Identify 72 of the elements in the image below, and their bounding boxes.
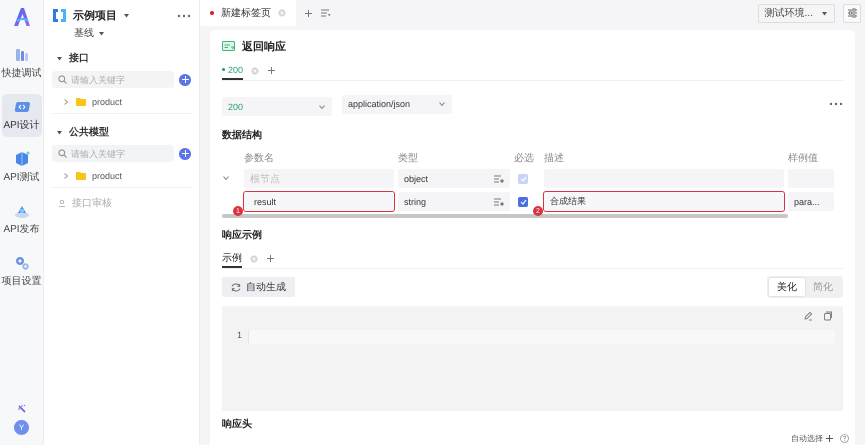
search-icon bbox=[58, 149, 67, 158]
caret-icon[interactable] bbox=[56, 54, 63, 62]
chevron-icon bbox=[438, 100, 446, 108]
tree-item[interactable]: product bbox=[52, 165, 191, 188]
column-header: 参数名 bbox=[244, 152, 275, 165]
refresh-icon bbox=[231, 282, 241, 292]
column-header: 类型 bbox=[398, 152, 419, 165]
section-title: 接口 bbox=[69, 52, 89, 65]
search-icon bbox=[58, 75, 67, 84]
chevron-icon bbox=[62, 98, 70, 106]
code-editor[interactable]: 1 bbox=[222, 306, 843, 411]
checkbox[interactable] bbox=[518, 196, 528, 206]
format-option[interactable]: 美化 bbox=[769, 278, 805, 296]
nav-item[interactable]: API设计 bbox=[2, 94, 42, 137]
settings-button[interactable] bbox=[843, 4, 861, 22]
folder-icon bbox=[76, 172, 86, 180]
wand-icon[interactable] bbox=[16, 404, 26, 414]
plus-icon[interactable] bbox=[266, 254, 275, 263]
scrollbar[interactable] bbox=[222, 214, 788, 218]
list-icon[interactable] bbox=[321, 8, 331, 18]
column-header: 描述 bbox=[544, 152, 565, 165]
plus-icon[interactable] bbox=[304, 8, 313, 18]
type-menu-icon[interactable] bbox=[494, 174, 504, 182]
nav-item[interactable]: API发布 bbox=[2, 198, 42, 241]
caret-icon[interactable] bbox=[123, 12, 130, 19]
example-field[interactable]: para... bbox=[788, 192, 834, 211]
chevron-icon bbox=[318, 102, 326, 110]
editor-tab[interactable]: 新建标签页 bbox=[200, 0, 296, 26]
help-icon[interactable] bbox=[840, 434, 849, 442]
tree-item[interactable]: product bbox=[52, 91, 191, 114]
more-icon[interactable] bbox=[177, 14, 191, 18]
chevron-icon bbox=[62, 172, 70, 180]
add-button[interactable] bbox=[179, 148, 191, 160]
caret-icon bbox=[821, 10, 828, 16]
section-title: 数据结构 bbox=[222, 128, 263, 142]
folder-icon bbox=[76, 98, 86, 106]
response-icon bbox=[222, 41, 236, 52]
pencil-icon[interactable] bbox=[803, 311, 813, 321]
caret-icon[interactable] bbox=[98, 30, 105, 36]
section-title: 公共模型 bbox=[69, 126, 109, 139]
section-title: 响应示例 bbox=[222, 228, 263, 242]
auto-select-button[interactable]: 自动选择 bbox=[791, 432, 834, 444]
plus-icon[interactable] bbox=[267, 66, 276, 75]
nav-item[interactable]: 项目设置 bbox=[2, 250, 42, 293]
plus-icon bbox=[180, 75, 190, 84]
column-header: 样例值 bbox=[788, 152, 819, 165]
example-tab[interactable]: 示例 bbox=[222, 250, 242, 268]
plus-icon bbox=[825, 434, 834, 442]
nav-item[interactable]: API测试 bbox=[2, 146, 42, 189]
nav-item[interactable]: 快捷调试 bbox=[2, 42, 42, 85]
type-field[interactable]: string bbox=[398, 192, 510, 211]
add-button[interactable] bbox=[179, 74, 191, 86]
section-title: 响应头 bbox=[222, 417, 253, 431]
search-field[interactable]: 请输入关键字 bbox=[52, 71, 174, 88]
name-field: 根节点 bbox=[244, 169, 394, 188]
type-menu-icon[interactable] bbox=[494, 198, 504, 206]
section-title: 返回响应 bbox=[242, 40, 286, 54]
plus-icon bbox=[180, 149, 190, 158]
search-field[interactable]: 请输入关键字 bbox=[52, 145, 174, 162]
column-header: 必选 bbox=[514, 152, 535, 165]
more-icon[interactable] bbox=[829, 102, 843, 106]
content-type-select[interactable]: application/json bbox=[342, 94, 452, 114]
branch-label[interactable]: 基线 bbox=[74, 26, 94, 40]
generate-button[interactable]: 自动生成 bbox=[222, 277, 295, 297]
project-icon bbox=[52, 8, 67, 23]
project-name[interactable]: 示例项目 bbox=[73, 8, 117, 23]
caret-icon[interactable] bbox=[56, 128, 63, 136]
line-number: 1 bbox=[236, 330, 243, 342]
copy-icon[interactable] bbox=[823, 311, 833, 321]
check-icon bbox=[520, 198, 526, 204]
sliders-icon bbox=[846, 8, 858, 18]
environment-select[interactable]: 测试环境... bbox=[758, 4, 835, 22]
